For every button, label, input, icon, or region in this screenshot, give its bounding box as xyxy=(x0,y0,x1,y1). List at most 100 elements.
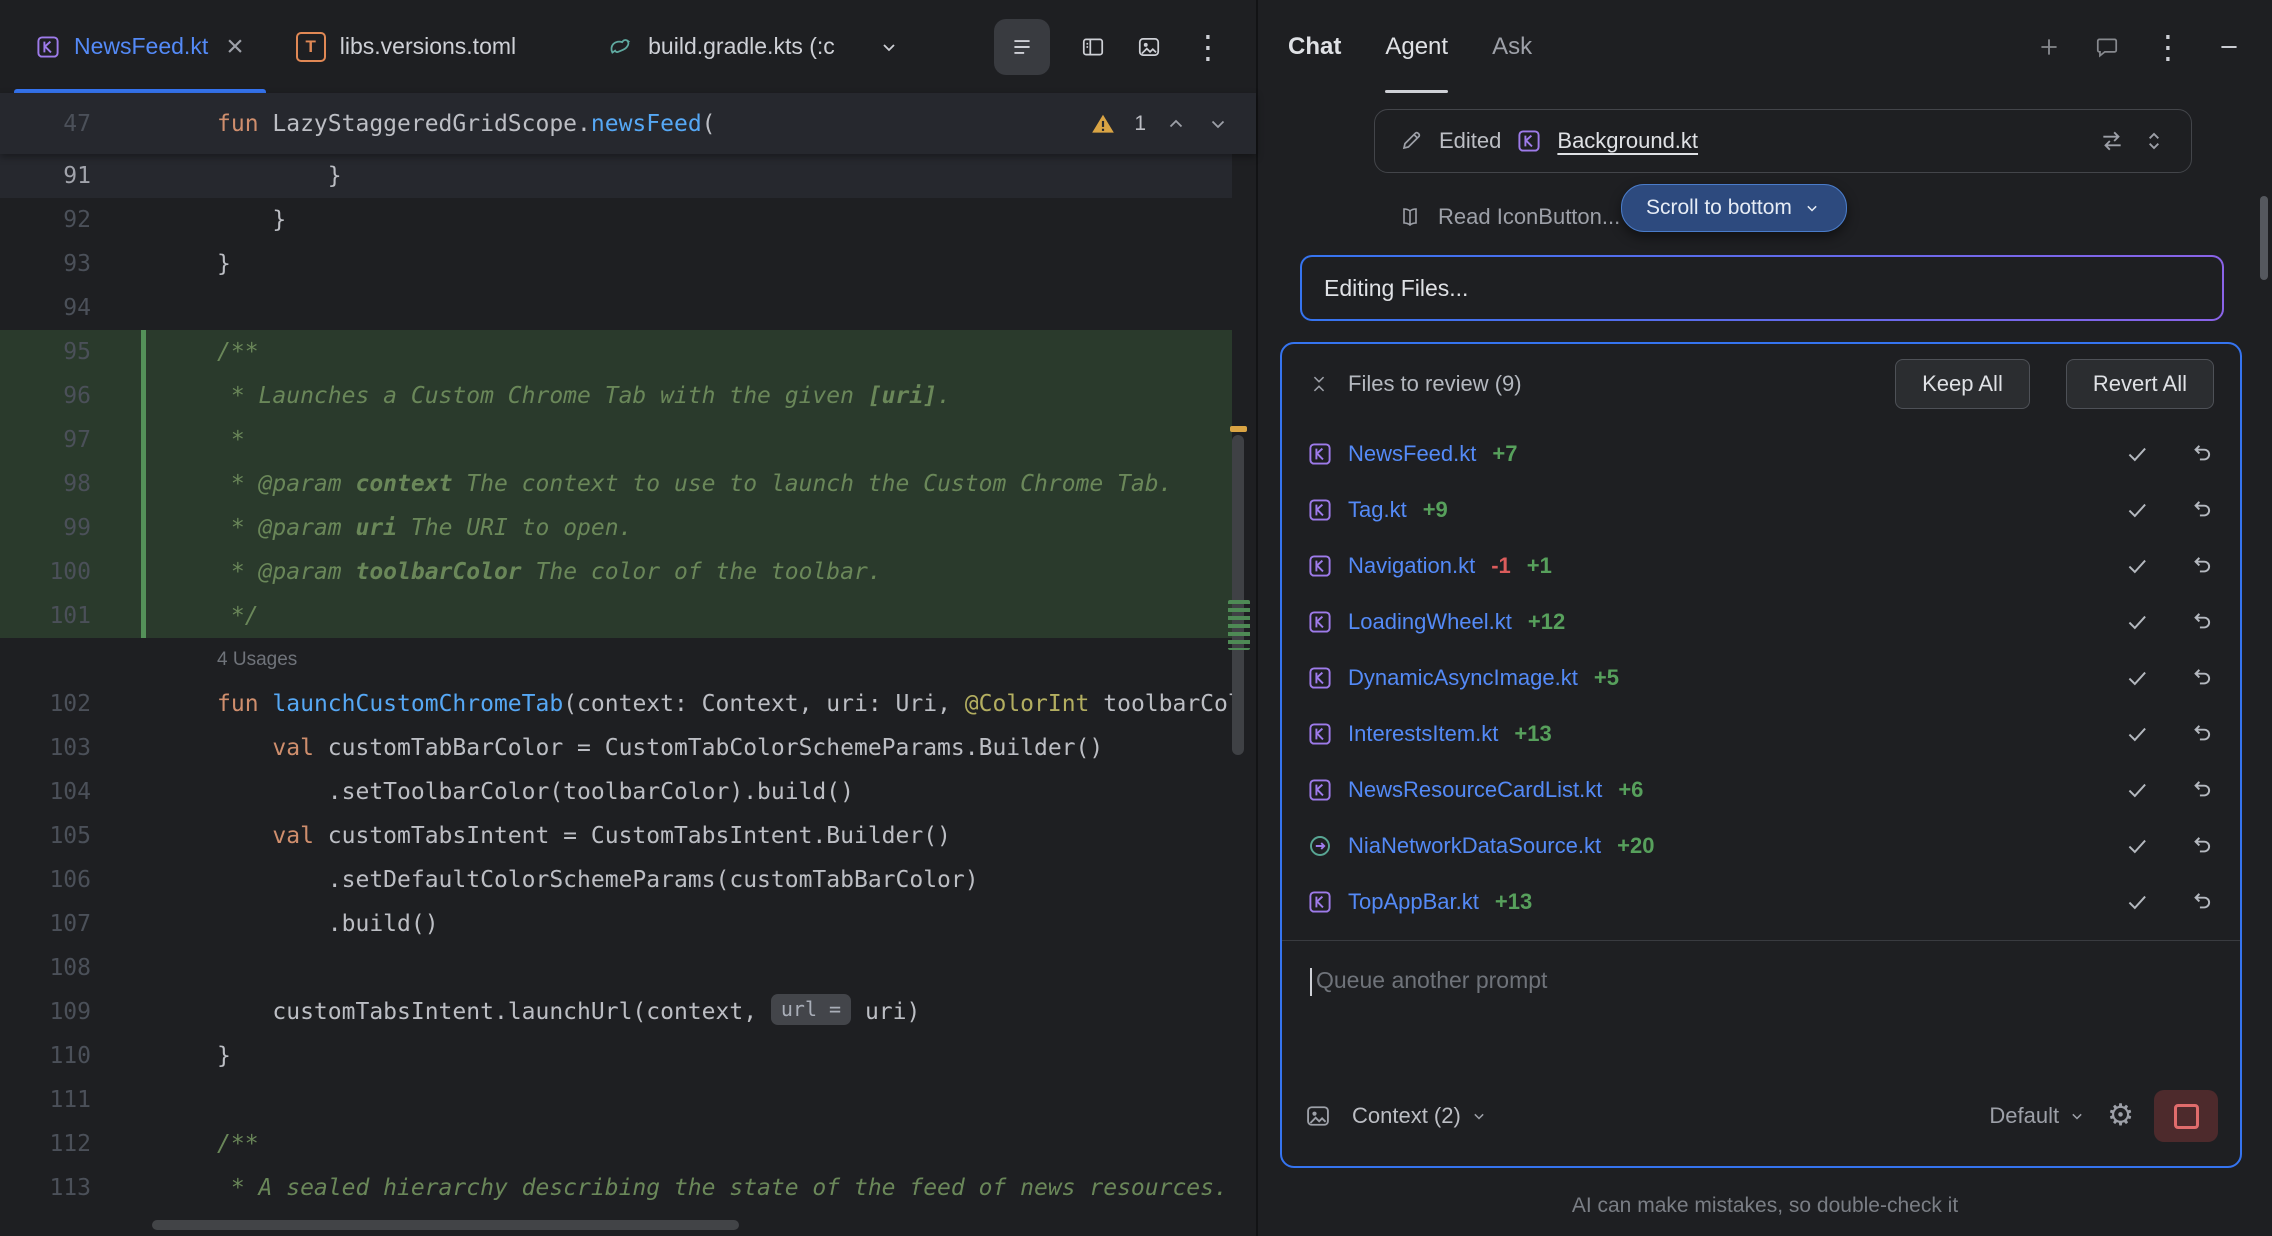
tab-newsfeed-kt[interactable]: NewsFeed.kt × xyxy=(10,0,270,93)
prompt-input[interactable]: Queue another prompt xyxy=(1282,941,2240,1074)
code-line[interactable]: 101 */ xyxy=(0,594,1232,638)
accept-file-icon[interactable] xyxy=(2124,889,2150,915)
code-line[interactable]: 109 customTabsIntent.launchUrl(context, … xyxy=(0,990,1232,1034)
tab-libs-versions-toml[interactable]: T libs.versions.toml xyxy=(270,0,542,93)
file-link[interactable]: TopAppBar.kt xyxy=(1348,889,1479,915)
warning-stripe-mark[interactable] xyxy=(1230,426,1247,432)
file-row[interactable]: Tag.kt+9 xyxy=(1308,482,2214,538)
edited-file-link[interactable]: Background.kt xyxy=(1557,128,1698,154)
code-line[interactable]: 110} xyxy=(0,1034,1232,1078)
file-row[interactable]: TopAppBar.kt+13 xyxy=(1308,874,2214,930)
model-dropdown[interactable]: Default xyxy=(1989,1103,2087,1129)
code-line[interactable]: 107 .build() xyxy=(0,902,1232,946)
chat-scrollbar[interactable] xyxy=(2260,196,2268,280)
revert-file-icon[interactable] xyxy=(2188,833,2214,859)
code-editor[interactable]: 91 }92 }93}9495/**96 * Launches a Custom… xyxy=(0,154,1256,1236)
file-link[interactable]: NiaNetworkDataSource.kt xyxy=(1348,833,1601,859)
file-link[interactable]: NewsFeed.kt xyxy=(1348,441,1476,467)
revert-all-button[interactable]: Revert All xyxy=(2066,359,2214,409)
code-line[interactable]: 91 } xyxy=(0,154,1232,198)
chat-history-icon[interactable] xyxy=(2094,34,2120,60)
chat-options-icon[interactable]: ⋮ xyxy=(2152,31,2184,63)
open-diff-icon[interactable] xyxy=(2099,128,2125,154)
keep-all-button[interactable]: Keep All xyxy=(1895,359,2030,409)
revert-file-icon[interactable] xyxy=(2188,889,2214,915)
context-dropdown[interactable]: Context (2) xyxy=(1352,1103,1489,1129)
file-link[interactable]: LoadingWheel.kt xyxy=(1348,609,1512,635)
revert-file-icon[interactable] xyxy=(2188,721,2214,747)
file-row[interactable]: Navigation.kt-1+1 xyxy=(1308,538,2214,594)
prev-problem-icon[interactable] xyxy=(1164,112,1188,136)
diff-stripe-mark[interactable] xyxy=(1228,600,1250,650)
code-line[interactable]: 112/** xyxy=(0,1122,1232,1166)
code-line[interactable]: 111 xyxy=(0,1078,1232,1122)
revert-file-icon[interactable] xyxy=(2188,497,2214,523)
next-problem-icon[interactable] xyxy=(1206,112,1230,136)
file-link[interactable]: Tag.kt xyxy=(1348,497,1407,523)
revert-file-icon[interactable] xyxy=(2188,777,2214,803)
code-line[interactable]: 93} xyxy=(0,242,1232,286)
accept-file-icon[interactable] xyxy=(2124,833,2150,859)
tab-agent[interactable]: Agent xyxy=(1385,0,1448,93)
file-link[interactable]: InterestsItem.kt xyxy=(1348,721,1498,747)
structure-view-button[interactable] xyxy=(994,19,1050,75)
code-line[interactable]: 95/** xyxy=(0,330,1232,374)
hide-panel-icon[interactable] xyxy=(2216,34,2242,60)
revert-file-icon[interactable] xyxy=(2188,441,2214,467)
code-line[interactable]: 108 xyxy=(0,946,1232,990)
code-line[interactable]: 92 } xyxy=(0,198,1232,242)
usages-hint-label[interactable]: 4 Usages xyxy=(217,638,297,682)
attach-image-icon[interactable] xyxy=(1304,1102,1332,1130)
collapse-icon[interactable] xyxy=(1308,373,1330,395)
accept-file-icon[interactable] xyxy=(2124,665,2150,691)
file-link[interactable]: NewsResourceCardList.kt xyxy=(1348,777,1602,803)
code-line[interactable]: 96 * Launches a Custom Chrome Tab with t… xyxy=(0,374,1232,418)
code-line[interactable]: 106 .setDefaultColorSchemeParams(customT… xyxy=(0,858,1232,902)
edited-file-card[interactable]: Edited Background.kt xyxy=(1374,109,2192,173)
editor-options-icon[interactable]: ⋮ xyxy=(1192,31,1224,63)
code-line[interactable]: 113 * A sealed hierarchy describing the … xyxy=(0,1166,1232,1210)
sticky-header-line[interactable]: 47 fun LazyStaggeredGridScope.newsFeed( … xyxy=(0,93,1256,154)
close-tab-icon[interactable]: × xyxy=(226,32,244,62)
file-row[interactable]: LoadingWheel.kt+12 xyxy=(1308,594,2214,650)
settings-gear-icon[interactable]: ⚙ xyxy=(2107,1101,2134,1131)
file-row[interactable]: NewsResourceCardList.kt+6 xyxy=(1308,762,2214,818)
file-row[interactable]: NiaNetworkDataSource.kt+20 xyxy=(1308,818,2214,874)
split-editor-icon[interactable] xyxy=(1080,34,1106,60)
file-link[interactable]: DynamicAsyncImage.kt xyxy=(1348,665,1578,691)
hidden-tabs-dropdown-icon[interactable] xyxy=(861,0,917,93)
accept-file-icon[interactable] xyxy=(2124,441,2150,467)
code-line[interactable]: 98 * @param context The context to use t… xyxy=(0,462,1232,506)
code-line[interactable]: 99 * @param uri The URI to open. xyxy=(0,506,1232,550)
file-row[interactable]: DynamicAsyncImage.kt+5 xyxy=(1308,650,2214,706)
revert-file-icon[interactable] xyxy=(2188,553,2214,579)
accept-file-icon[interactable] xyxy=(2124,497,2150,523)
editor-horizontal-scrollbar[interactable] xyxy=(152,1220,739,1230)
accept-file-icon[interactable] xyxy=(2124,721,2150,747)
code-line[interactable]: 102fun launchCustomChromeTab(context: Co… xyxy=(0,682,1232,726)
scroll-to-bottom-button[interactable]: Scroll to bottom xyxy=(1621,184,1847,232)
code-line[interactable]: 104 .setToolbarColor(toolbarColor).build… xyxy=(0,770,1232,814)
expand-icon[interactable] xyxy=(2141,128,2167,154)
code-line[interactable]: 103 val customTabBarColor = CustomTabCol… xyxy=(0,726,1232,770)
new-chat-icon[interactable] xyxy=(2036,34,2062,60)
tab-ask[interactable]: Ask xyxy=(1492,0,1532,93)
accept-file-icon[interactable] xyxy=(2124,553,2150,579)
code-line[interactable]: 100 * @param toolbarColor The color of t… xyxy=(0,550,1232,594)
code-line[interactable]: 94 xyxy=(0,286,1232,330)
revert-file-icon[interactable] xyxy=(2188,609,2214,635)
editor-vertical-scrollbar[interactable] xyxy=(1232,435,1244,755)
inspections-widget[interactable]: 1 xyxy=(1090,93,1230,154)
revert-file-icon[interactable] xyxy=(2188,665,2214,691)
file-link[interactable]: Navigation.kt xyxy=(1348,553,1475,579)
code-line[interactable]: 105 val customTabsIntent = CustomTabsInt… xyxy=(0,814,1232,858)
accept-file-icon[interactable] xyxy=(2124,609,2150,635)
tab-build-gradle-kts[interactable]: build.gradle.kts (:c xyxy=(582,0,861,93)
file-row[interactable]: InterestsItem.kt+13 xyxy=(1308,706,2214,762)
file-row[interactable]: NewsFeed.kt+7 xyxy=(1308,426,2214,482)
code-line[interactable]: 97 * xyxy=(0,418,1232,462)
stop-button[interactable] xyxy=(2154,1090,2218,1142)
inlay-usages-hint[interactable]: 4 Usages xyxy=(0,638,1232,682)
preview-image-icon[interactable] xyxy=(1136,34,1162,60)
accept-file-icon[interactable] xyxy=(2124,777,2150,803)
